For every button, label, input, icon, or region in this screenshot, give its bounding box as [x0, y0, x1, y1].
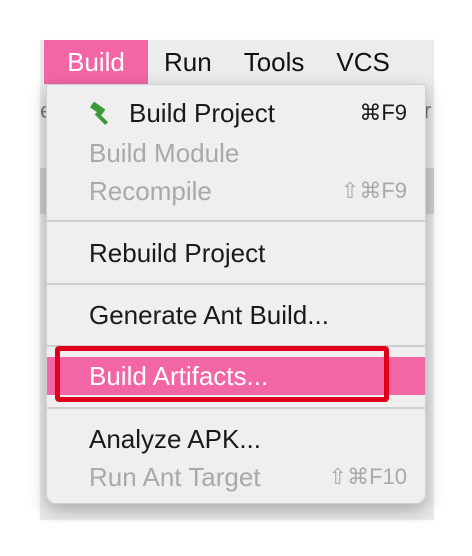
menu-separator	[47, 220, 425, 222]
menu-item-recompile: Recompile ⇧⌘F9	[47, 172, 425, 210]
menu-item-run-ant-target: Run Ant Target ⇧⌘F10	[47, 458, 425, 496]
menu-item-label: Rebuild Project	[89, 237, 266, 268]
menu-item-label: Build Module	[89, 137, 240, 168]
menu-item-label: Run Ant Target	[89, 461, 261, 492]
shortcut-label: ⇧⌘F10	[328, 464, 407, 489]
menu-bar: Build Run Tools VCS	[44, 40, 432, 84]
annotation-highlight-box	[55, 346, 389, 402]
shortcut-label: ⌘F9	[359, 100, 407, 125]
menu-separator	[47, 407, 425, 409]
menu-build[interactable]: Build	[44, 40, 148, 84]
menu-item-label: Build Project	[129, 97, 275, 128]
menu-separator	[47, 283, 425, 285]
menu-item-build-module: Build Module	[47, 134, 425, 172]
menu-item-analyze-apk[interactable]: Analyze APK...	[47, 420, 425, 458]
menu-item-label: Analyze APK...	[89, 423, 261, 454]
menu-vcs[interactable]: VCS	[320, 40, 405, 84]
menu-item-generate-ant-build[interactable]: Generate Ant Build...	[47, 296, 425, 334]
menu-item-build-project[interactable]: Build Project ⌘F9	[47, 94, 425, 132]
menu-tools[interactable]: Tools	[228, 40, 321, 84]
menu-item-rebuild-project[interactable]: Rebuild Project	[47, 234, 425, 272]
shortcut-label: ⇧⌘F9	[340, 178, 407, 203]
menu-item-label: Generate Ant Build...	[89, 299, 329, 330]
menu-run[interactable]: Run	[148, 40, 228, 84]
build-menu-dropdown: Build Project ⌘F9 Build Module Recompile…	[46, 84, 426, 504]
menu-item-label: Recompile	[89, 175, 212, 206]
screenshot-stage: e r Build Run Tools VCS Build Project ⌘F…	[0, 0, 472, 556]
hammer-icon	[90, 102, 108, 125]
